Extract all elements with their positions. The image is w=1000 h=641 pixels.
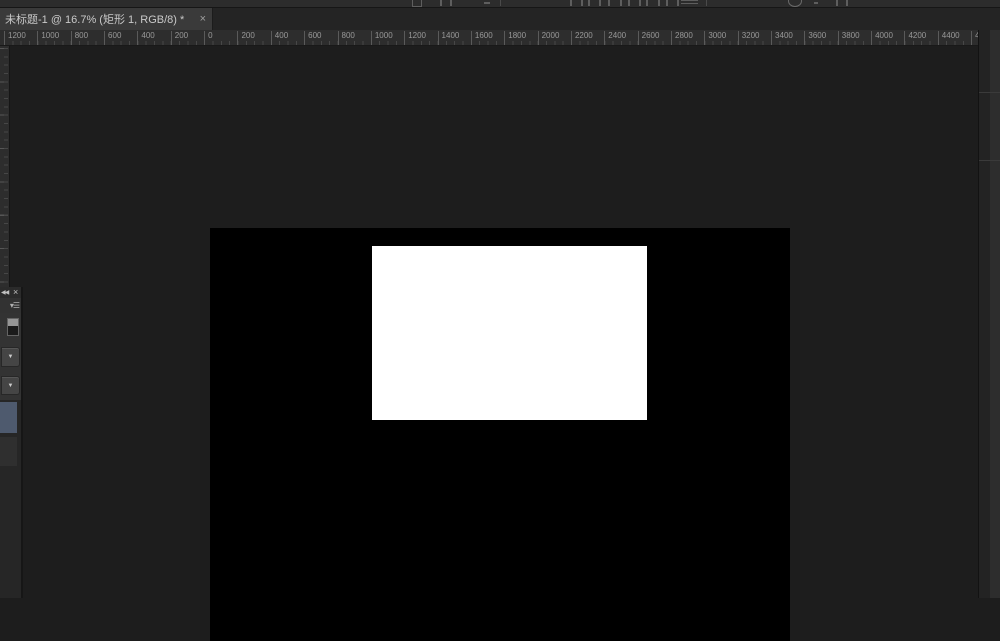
dock-band xyxy=(990,30,1000,598)
close-panel-icon[interactable]: × xyxy=(13,287,18,297)
distribute-spacing-icon xyxy=(681,0,698,5)
dropdown-button[interactable]: ▼ xyxy=(1,347,20,367)
panel-swatch-row xyxy=(0,315,21,339)
ruler-tick-label: 3800 xyxy=(838,31,860,45)
align-vertical-centers-icon xyxy=(646,0,660,6)
collapse-panel-icon[interactable]: ◀◀ xyxy=(1,289,8,296)
workspace-icon xyxy=(836,0,848,6)
ruler-tick-label: 800 xyxy=(338,31,355,45)
chevron-down-icon: ▼ xyxy=(8,354,14,360)
horizontal-ruler[interactable]: 1200100080060040020002004006008001000120… xyxy=(0,30,978,46)
pasteboard xyxy=(10,46,978,598)
path-operation-icon xyxy=(412,0,422,7)
ruler-tick-label: 1200 xyxy=(404,31,426,45)
ruler-tick-label: 1200 xyxy=(4,31,26,45)
ruler-tick-label: 800 xyxy=(71,31,88,45)
dock-divider xyxy=(979,92,1000,93)
ruler-tick-label: 4000 xyxy=(871,31,893,45)
dock-divider xyxy=(979,160,1000,161)
ruler-tick-label: 2000 xyxy=(538,31,560,45)
align-right-edges-icon xyxy=(608,0,622,6)
options-bar xyxy=(0,0,1000,8)
swatch-button[interactable] xyxy=(7,318,19,336)
ruler-tick-label: 600 xyxy=(104,31,121,45)
ruler-tick-label: 2800 xyxy=(671,31,693,45)
selected-list-item[interactable] xyxy=(0,402,17,433)
options-separator xyxy=(500,0,501,6)
ruler-tick-label: 1600 xyxy=(471,31,493,45)
ruler-tick-label: 3400 xyxy=(771,31,793,45)
ruler-tick-label: 1000 xyxy=(37,31,59,45)
ruler-tick-label: 2400 xyxy=(604,31,626,45)
ruler-tick-label: 200 xyxy=(171,31,188,45)
ruler-tick-label: 400 xyxy=(271,31,288,45)
shape-rectangle[interactable] xyxy=(372,246,647,420)
panel-header: ◀◀ × xyxy=(0,287,21,298)
tab-close-icon[interactable]: × xyxy=(200,14,206,24)
ruler-tick-label: 4600 xyxy=(971,31,978,45)
chevron-down-icon: ▼ xyxy=(8,383,14,389)
document-tab[interactable]: 未标题-1 @ 16.7% (矩形 1, RGB/8) * × xyxy=(0,8,213,30)
ruler-tick-label: 400 xyxy=(137,31,154,45)
photoshop-window: { "tab": { "title": "未标题-1 @ 16.7% (矩形 1… xyxy=(0,0,1000,598)
ruler-tick-label: 3000 xyxy=(704,31,726,45)
path-combine-icon xyxy=(440,0,452,6)
document-tab-bar: 未标题-1 @ 16.7% (矩形 1, RGB/8) * × xyxy=(0,8,1000,31)
panel-flyout-menu-icon[interactable]: ▾☰ xyxy=(10,301,19,310)
options-separator xyxy=(706,0,707,6)
dropdown-button[interactable]: ▼ xyxy=(1,376,20,395)
small-dot-icon xyxy=(814,2,818,4)
ruler-tick-label: 3200 xyxy=(738,31,760,45)
ruler-tick-label: 1800 xyxy=(504,31,526,45)
ruler-tick-label: 2600 xyxy=(638,31,660,45)
left-floating-panel: ◀◀ × ▾☰ ▼ ▼ xyxy=(0,287,23,598)
ruler-tick-label: 4200 xyxy=(904,31,926,45)
ruler-tick-label: 600 xyxy=(304,31,321,45)
panel-menu-bar: ▾☰ xyxy=(0,298,21,313)
ruler-tick-label: 2200 xyxy=(571,31,593,45)
help-circle-icon xyxy=(788,0,802,7)
ruler-tick-label: 3600 xyxy=(804,31,826,45)
ruler-tick-label: 4400 xyxy=(938,31,960,45)
tab-title: 未标题-1 @ 16.7% (矩形 1, RGB/8) * xyxy=(5,11,193,27)
align-horizontal-centers-icon xyxy=(588,0,601,6)
align-left-edges-icon xyxy=(570,0,583,6)
list-item[interactable] xyxy=(0,437,17,466)
document-canvas[interactable] xyxy=(210,228,790,641)
panel-dock-edge[interactable] xyxy=(978,30,1000,598)
ruler-tick-label: 1000 xyxy=(371,31,393,45)
path-arrange-icon xyxy=(484,2,490,4)
align-bottom-edges-icon xyxy=(666,0,679,6)
ruler-tick-label: 1400 xyxy=(438,31,460,45)
align-top-edges-icon xyxy=(628,0,641,6)
ruler-tick-label: 0 xyxy=(204,31,212,45)
ruler-tick-label: 200 xyxy=(237,31,254,45)
